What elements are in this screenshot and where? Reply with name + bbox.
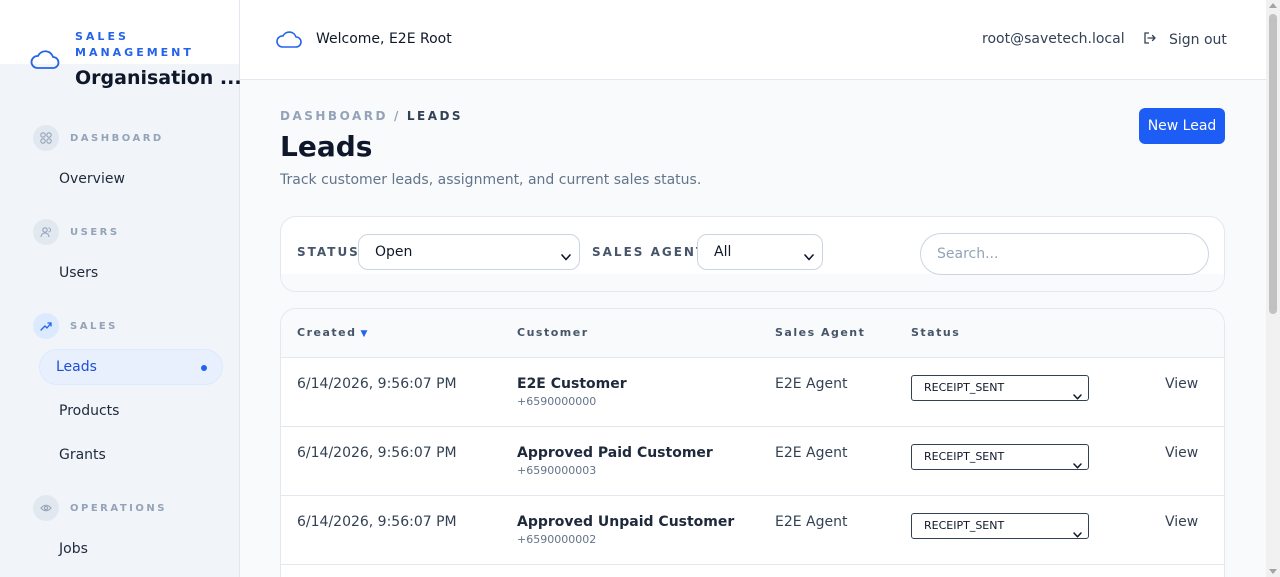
filter-bar-footer — [281, 274, 1224, 291]
cloud-icon — [30, 48, 60, 74]
sign-out-icon — [1143, 31, 1157, 49]
nav-section-sales: SALES — [33, 313, 118, 339]
breadcrumb-separator: / — [393, 109, 401, 123]
organisation-name: Organisation ... — [75, 67, 242, 89]
users-icon — [33, 219, 59, 245]
chevron-down-icon — [561, 249, 571, 265]
customer-name: E2E Customer — [517, 376, 627, 392]
sales-agent-cell: E2E Agent — [775, 445, 848, 461]
sales-agent-cell: E2E Agent — [775, 376, 848, 392]
active-indicator-dot — [201, 365, 207, 371]
view-link[interactable]: View — [1165, 514, 1198, 530]
created-cell: 6/14/2026, 9:56:07 PM — [297, 514, 457, 530]
sidebar-item-overview[interactable]: Overview — [59, 171, 125, 187]
column-header-status: Status — [911, 326, 961, 339]
sidebar-item-users[interactable]: Users — [59, 265, 98, 281]
table-header: Created ▼ Customer Sales Agent Status — [281, 309, 1224, 358]
scroll-up-arrow-icon[interactable] — [1269, 3, 1277, 8]
status-filter-label: STATUS — [297, 245, 360, 259]
sign-out-button[interactable]: Sign out — [1143, 31, 1227, 49]
chevron-down-icon — [1073, 523, 1082, 547]
table-row: 6/14/2026, 9:56:07 PM E2E Customer +6590… — [281, 358, 1224, 427]
nav-section-users: USERS — [33, 219, 120, 245]
top-bar: Welcome, E2E Root root@savetech.local Si… — [240, 0, 1266, 80]
user-email: root@savetech.local — [982, 31, 1125, 47]
table-row: 6/14/2026, 9:56:07 PM Approved Unpaid Cu… — [281, 496, 1224, 565]
nav-section-label: DASHBOARD — [70, 132, 164, 144]
sidebar-item-grants[interactable]: Grants — [59, 447, 106, 463]
status-select-value: RECEIPT_SENT — [924, 381, 1005, 394]
breadcrumb-dashboard[interactable]: DASHBOARD — [280, 109, 388, 123]
welcome-text: Welcome, E2E Root — [316, 31, 452, 47]
brand-subtitle: SALES MANAGEMENT — [75, 30, 194, 59]
status-select[interactable]: RECEIPT_SENT — [911, 375, 1089, 401]
column-header-customer: Customer — [517, 326, 589, 339]
sales-agent-cell: E2E Agent — [775, 514, 848, 530]
nav-section-label: SALES — [70, 320, 118, 332]
chevron-down-icon — [1073, 385, 1082, 409]
status-select-value: RECEIPT_SENT — [924, 450, 1005, 463]
scroll-thumb[interactable] — [1269, 14, 1277, 314]
table-row: 6/14/2026, 9:56:07 PM Approved Paid Cust… — [281, 427, 1224, 496]
customer-phone: +6590000002 — [517, 533, 597, 546]
grid-icon — [33, 125, 59, 151]
status-select[interactable]: RECEIPT_SENT — [911, 513, 1089, 539]
column-header-sales-agent: Sales Agent — [775, 326, 866, 339]
sales-agent-filter-select[interactable]: All — [697, 234, 823, 270]
chevron-down-icon — [804, 249, 814, 265]
status-select-value: RECEIPT_SENT — [924, 519, 1005, 532]
chevron-down-icon — [1073, 454, 1082, 478]
leads-table: Created ▼ Customer Sales Agent Status 6/1… — [280, 308, 1225, 577]
nav-section-label: USERS — [70, 226, 120, 238]
status-filter-select[interactable]: Open — [358, 234, 580, 270]
sales-agent-filter-label: SALES AGENT — [592, 245, 707, 259]
sidebar-item-products[interactable]: Products — [59, 403, 119, 419]
created-cell: 6/14/2026, 9:56:07 PM — [297, 445, 457, 461]
customer-name: Approved Unpaid Customer — [517, 514, 735, 530]
trending-up-icon — [33, 313, 59, 339]
breadcrumb: DASHBOARD / LEADS — [280, 109, 463, 123]
sort-desc-icon: ▼ — [360, 329, 368, 339]
page-scrollbar[interactable] — [1266, 0, 1280, 577]
customer-name: Approved Paid Customer — [517, 445, 713, 461]
eye-icon — [33, 495, 59, 521]
nav-section-operations: OPERATIONS — [33, 495, 167, 521]
customer-phone: +6590000003 — [517, 464, 597, 477]
status-filter-value: Open — [375, 244, 413, 260]
sidebar-item-leads[interactable]: Leads — [39, 349, 223, 385]
nav-section-label: OPERATIONS — [70, 502, 167, 514]
filter-bar: STATUS Open SALES AGENT All — [280, 216, 1225, 292]
breadcrumb-current: LEADS — [406, 109, 464, 123]
status-select[interactable]: RECEIPT_SENT — [911, 444, 1089, 470]
page-title: Leads — [280, 130, 373, 163]
scroll-down-arrow-icon[interactable] — [1269, 569, 1277, 574]
page-subtitle: Track customer leads, assignment, and cu… — [280, 172, 702, 188]
nav-section-dashboard: DASHBOARD — [33, 125, 164, 151]
sales-agent-filter-value: All — [714, 244, 732, 260]
column-header-label: Created — [297, 326, 357, 339]
view-link[interactable]: View — [1165, 445, 1198, 461]
sidebar: SALES MANAGEMENT Organisation ... DASHBO… — [0, 0, 242, 577]
customer-phone: +6590000000 — [517, 395, 597, 408]
sign-out-label: Sign out — [1169, 32, 1227, 48]
sidebar-item-jobs[interactable]: Jobs — [59, 541, 88, 557]
sidebar-item-label: Leads — [56, 359, 97, 375]
column-header-created[interactable]: Created ▼ — [297, 326, 367, 339]
new-lead-button[interactable]: New Lead — [1139, 108, 1225, 144]
cloud-icon — [276, 29, 302, 53]
view-link[interactable]: View — [1165, 376, 1198, 392]
search-input[interactable] — [920, 233, 1209, 275]
created-cell: 6/14/2026, 9:56:07 PM — [297, 376, 457, 392]
